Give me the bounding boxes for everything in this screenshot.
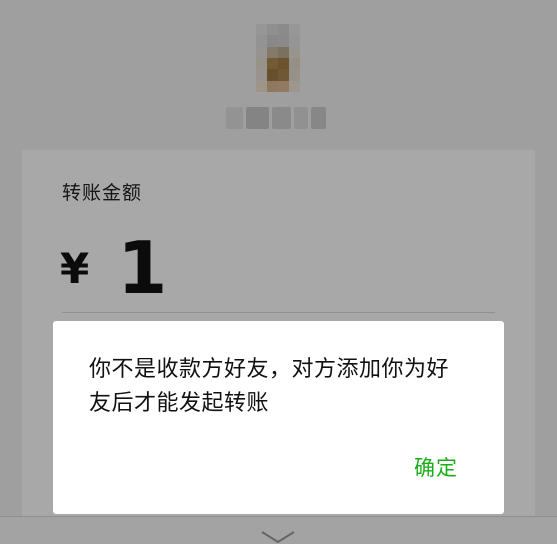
wechat-transfer-screen: 转账金额 ¥ 1 你不是收款方好友，对方添加你为好友后才能发起转账 确定 [0, 0, 557, 544]
confirm-button[interactable]: 确定 [414, 452, 458, 482]
dialog-message: 你不是收款方好友，对方添加你为好友后才能发起转账 [89, 357, 450, 416]
not-friend-dialog: 你不是收款方好友，对方添加你为好友后才能发起转账 确定 [53, 321, 504, 514]
